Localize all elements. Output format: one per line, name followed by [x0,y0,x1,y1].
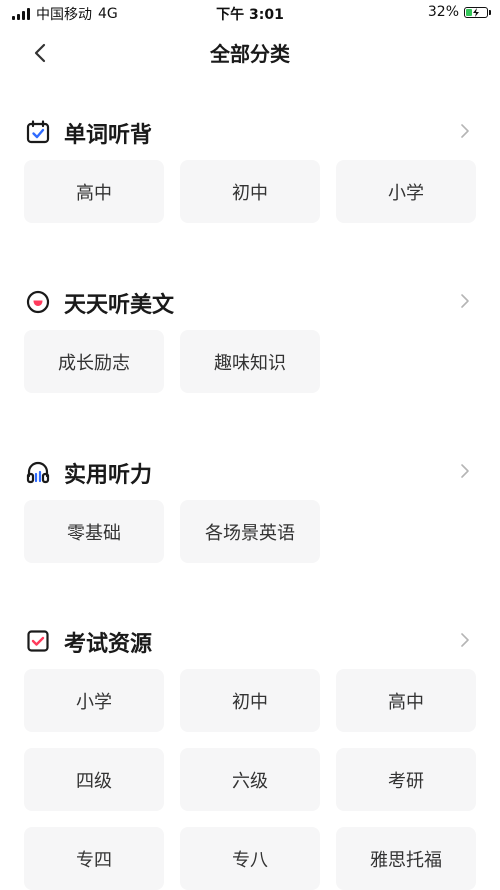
page-title: 全部分类 [210,42,290,66]
category-chip[interactable]: 初中 [180,669,320,732]
status-bar: 中国移动 4G 下午 3:01 32% [0,0,500,26]
calendar-check-icon [26,120,50,144]
category-chip[interactable]: 雅思托福 [336,827,476,890]
section-header[interactable]: 考试资源 [0,621,500,661]
section-exam-resources: 考试资源 小学 初中 高中 四级 六级 考研 专四 专八 雅思托福 [0,621,500,890]
heart-circle-icon [26,290,50,314]
category-chip[interactable]: 趣味知识 [180,330,320,393]
section-word-listening: 单词听背 高中 初中 小学 [0,112,500,223]
category-grid: 成长励志 趣味知识 [24,330,476,393]
category-chip[interactable]: 专八 [180,827,320,890]
status-right: 32% [427,4,491,20]
section-title: 天天听美文 [64,293,175,318]
category-chip[interactable]: 初中 [180,160,320,223]
category-chip[interactable]: 小学 [24,669,164,732]
category-chip[interactable]: 专四 [24,827,164,890]
section-daily-essays: 天天听美文 成长励志 趣味知识 [0,282,500,393]
section-practical-listening: 实用听力 零基础 各场景英语 [0,452,500,563]
checklist-icon [27,630,49,652]
section-title: 考试资源 [64,632,153,657]
section-title: 单词听背 [64,123,153,148]
category-chip[interactable]: 考研 [336,748,476,811]
section-header[interactable]: 天天听美文 [0,282,500,322]
chevron-right-icon [461,294,469,308]
category-chip[interactable]: 四级 [24,748,164,811]
category-chip[interactable]: 小学 [336,160,476,223]
category-grid: 零基础 各场景英语 [24,500,476,563]
battery-percent: 32% [427,4,459,20]
nav-bar: 全部分类 [0,30,500,74]
category-chip[interactable]: 成长励志 [24,330,164,393]
chevron-right-icon [461,464,469,478]
headphones-icon [26,461,50,484]
section-header[interactable]: 实用听力 [0,452,500,492]
category-chip[interactable]: 高中 [24,160,164,223]
category-chip[interactable]: 六级 [180,748,320,811]
section-header[interactable]: 单词听背 [0,112,500,152]
chevron-right-icon [461,124,469,138]
battery-icon [464,6,491,18]
category-chip[interactable]: 零基础 [24,500,164,563]
status-time: 下午 3:01 [216,7,284,23]
section-title: 实用听力 [64,463,153,488]
category-grid: 小学 初中 高中 四级 六级 考研 专四 专八 雅思托福 [24,669,476,890]
chevron-right-icon [461,633,469,647]
category-chip[interactable]: 高中 [336,669,476,732]
category-grid: 高中 初中 小学 [24,160,476,223]
category-chip[interactable]: 各场景英语 [180,500,320,563]
